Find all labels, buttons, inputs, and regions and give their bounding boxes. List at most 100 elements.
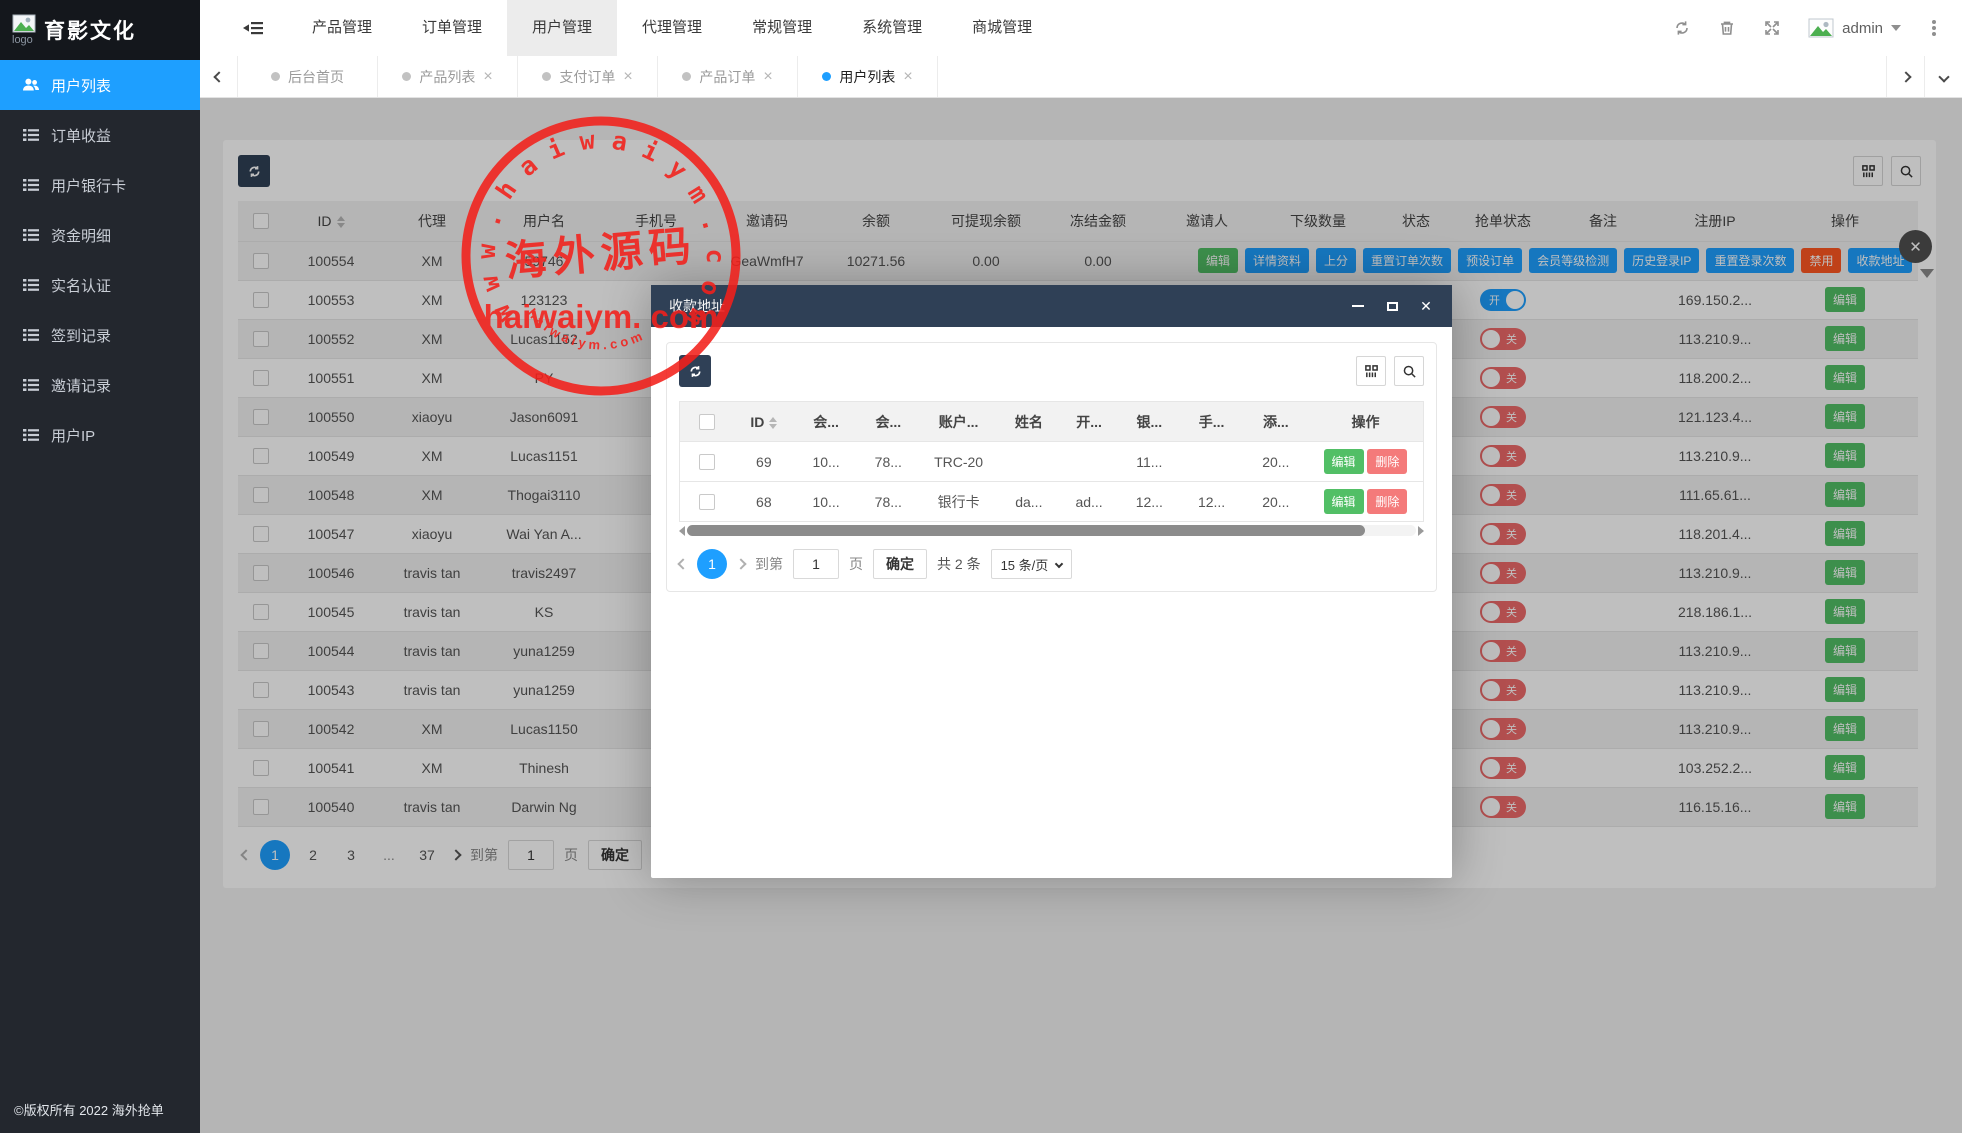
modal-select-all-checkbox[interactable] — [699, 414, 715, 430]
top-nav-item[interactable]: 产品管理 — [287, 0, 397, 56]
more-options-icon[interactable] — [1932, 26, 1936, 30]
sidebar-item[interactable]: 订单收益 — [0, 110, 200, 160]
modal-cell-phone — [1179, 442, 1243, 482]
modal-cell-member1: 10... — [794, 482, 858, 522]
modal-edit-button[interactable]: 编辑 — [1324, 449, 1364, 474]
modal-col-actions: 操作 — [1308, 402, 1424, 442]
modal-title-text: 收款地址 — [669, 296, 725, 316]
chevron-down-icon — [1891, 25, 1901, 31]
modal-page-number[interactable]: 1 — [697, 549, 727, 579]
modal-delete-button[interactable]: 删除 — [1367, 449, 1407, 474]
modal-delete-button[interactable]: 删除 — [1367, 489, 1407, 514]
tab-close-icon[interactable] — [903, 69, 912, 85]
per-page-select[interactable]: 15 条/页 — [991, 549, 1073, 579]
sidebar-item-label: 邀请记录 — [51, 375, 111, 396]
tab[interactable]: 产品订单 — [658, 56, 798, 97]
tab-label: 支付订单 — [559, 67, 615, 87]
scrollbar-track[interactable] — [687, 525, 1416, 536]
sidebar-item-label: 用户银行卡 — [51, 175, 126, 196]
clear-cache-trash-icon[interactable] — [1718, 19, 1736, 37]
modal-col-id-label: ID — [750, 414, 764, 430]
modal-maximize-icon[interactable] — [1384, 298, 1400, 314]
modal-row-checkbox[interactable] — [699, 454, 715, 470]
tab[interactable]: 后台首页 — [238, 56, 378, 97]
modal-refresh-button[interactable] — [679, 355, 711, 387]
sidebar-item[interactable]: 签到记录 — [0, 310, 200, 360]
sidebar-item-icon — [22, 176, 40, 194]
modal-table-header: ID 会... 会... 账户... 姓名 开... 银... 手... 添..… — [680, 402, 1424, 442]
sidebar-item[interactable]: 资金明细 — [0, 210, 200, 260]
modal-column-filter-button[interactable] — [1356, 356, 1386, 386]
list-icon — [22, 176, 40, 194]
modal-header-checkbox-cell — [680, 402, 734, 442]
chevron-down-icon — [1938, 71, 1949, 82]
top-nav-item[interactable]: 系统管理 — [837, 0, 947, 56]
refresh-icon[interactable] — [1673, 19, 1691, 37]
top-nav-item[interactable]: 用户管理 — [507, 0, 617, 56]
sidebar-item[interactable]: 用户IP — [0, 410, 200, 460]
tab-dot — [402, 72, 411, 81]
tabs-scroll-right-button[interactable] — [1886, 56, 1924, 97]
scroll-left-arrow-icon[interactable] — [679, 526, 685, 536]
modal-col-bank: 银... — [1119, 402, 1179, 442]
chevron-down-icon — [1055, 560, 1063, 568]
modal-page-jump-input[interactable] — [793, 549, 839, 579]
scrollbar-thumb[interactable] — [687, 525, 1365, 536]
modal-cell-open: ad... — [1059, 482, 1119, 522]
tab[interactable]: 支付订单 — [518, 56, 658, 97]
modal-col-member2: 会... — [858, 402, 918, 442]
tab[interactable]: 产品列表 — [378, 56, 518, 97]
broken-image-glyph — [12, 14, 36, 33]
sidebar-item-label: 资金明细 — [51, 225, 111, 246]
sidebar-item-icon — [22, 76, 40, 94]
header-actions: admin — [1673, 18, 1962, 38]
tab-dot — [271, 72, 280, 81]
top-nav-item[interactable]: 订单管理 — [397, 0, 507, 56]
modal-cell-actions: 编辑 删除 — [1308, 482, 1424, 522]
tab-close-icon[interactable] — [623, 69, 632, 85]
user-menu[interactable]: admin — [1808, 18, 1901, 38]
modal-jump-label: 到第 — [755, 554, 783, 574]
modal-cell-account: TRC-20 — [918, 442, 998, 482]
tabs-scroll-left-button[interactable] — [200, 56, 238, 97]
open-tabs: 后台首页 产品列表 支付订单 — [238, 56, 938, 97]
modal-row-checkbox-cell — [680, 442, 734, 482]
scroll-right-arrow-icon[interactable] — [1418, 526, 1424, 536]
sidebar-item[interactable]: 实名认证 — [0, 260, 200, 310]
modal-titlebar[interactable]: 收款地址 — [651, 285, 1452, 327]
content-pane: ID 代理 用户名 手机号 邀请码 余额 可提现余额 冻结金额 邀请人 下级数量… — [200, 98, 1962, 1133]
sidebar-item[interactable]: 用户银行卡 — [0, 160, 200, 210]
tab-close-icon[interactable] — [763, 69, 772, 85]
modal-close-icon[interactable] — [1418, 298, 1434, 314]
modal-col-id[interactable]: ID — [734, 402, 794, 442]
sidebar-item[interactable]: 邀请记录 — [0, 360, 200, 410]
modal-row-checkbox[interactable] — [699, 494, 715, 510]
tab-dot — [822, 72, 831, 81]
top-nav-item[interactable]: 商城管理 — [947, 0, 1057, 56]
collapse-menu-icon[interactable] — [243, 19, 263, 37]
sidebar-item[interactable]: 用户列表 — [0, 60, 200, 110]
modal-toolbar — [679, 355, 1424, 387]
modal-edit-button[interactable]: 编辑 — [1324, 489, 1364, 514]
modal-cell-name — [999, 442, 1059, 482]
modal-col-account: 账户... — [918, 402, 998, 442]
modal-sort-icon[interactable] — [769, 417, 777, 429]
modal-cell-open — [1059, 442, 1119, 482]
modal-next-page-icon[interactable] — [735, 558, 746, 569]
modal-jump-confirm-button[interactable]: 确定 — [873, 549, 927, 579]
modal-cell-added: 20... — [1244, 482, 1308, 522]
brand-title: 育影文化 — [44, 15, 136, 45]
modal-search-button[interactable] — [1394, 356, 1424, 386]
modal-col-added: 添... — [1244, 402, 1308, 442]
modal-col-open: 开... — [1059, 402, 1119, 442]
sidebar-item-icon — [22, 426, 40, 444]
top-nav-item[interactable]: 代理管理 — [617, 0, 727, 56]
tab-label: 后台首页 — [288, 67, 344, 87]
modal-minimize-icon[interactable] — [1350, 298, 1366, 314]
fullscreen-icon[interactable] — [1763, 19, 1781, 37]
tab[interactable]: 用户列表 — [798, 56, 938, 97]
tab-close-icon[interactable] — [483, 69, 492, 85]
modal-prev-page-icon[interactable] — [677, 558, 688, 569]
tabs-menu-button[interactable] — [1924, 56, 1962, 97]
top-nav-item[interactable]: 常规管理 — [727, 0, 837, 56]
